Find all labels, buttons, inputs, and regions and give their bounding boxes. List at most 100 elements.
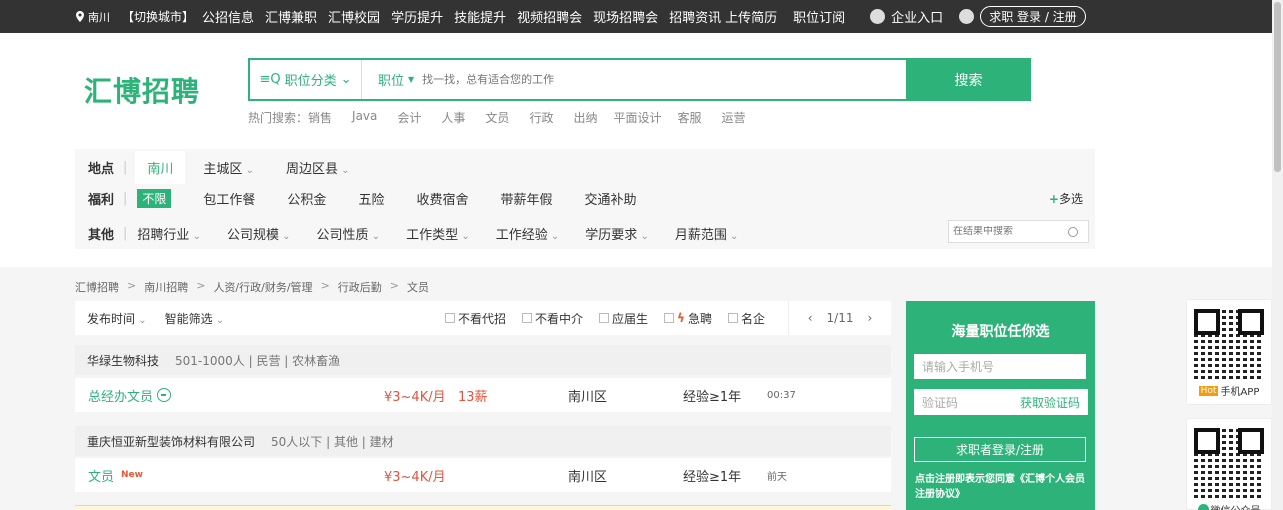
search-input[interactable] — [422, 73, 843, 86]
hot-item[interactable]: 运营 — [722, 109, 746, 126]
app-qr-code — [1194, 309, 1264, 379]
agreement-text[interactable]: 点击注册即表示您同意《汇博个人会员注册协议》 — [915, 472, 1087, 502]
checkbox-no-intermediary[interactable]: 不看中介 — [522, 310, 583, 327]
welfare-option[interactable]: 交通补助 — [584, 189, 636, 208]
nav-item[interactable]: 汇博兼职 — [265, 7, 317, 26]
job-area: 南川区 — [568, 389, 608, 405]
phone-input[interactable]: 请输入手机号 — [914, 354, 1086, 379]
scrollbar[interactable] — [1272, 0, 1283, 510]
hot-item[interactable]: 人事 — [441, 109, 465, 126]
result-search-input[interactable] — [949, 226, 1064, 237]
nav-item[interactable]: 公招信息 — [202, 7, 254, 26]
pager: ‹ 1/11 › — [788, 301, 891, 335]
search-icon[interactable] — [1068, 226, 1078, 237]
app-qr-card[interactable]: Hot 手机APP — [1186, 299, 1272, 405]
sort-publish-time[interactable]: 发布时间 — [87, 310, 147, 327]
current-city[interactable]: 南川 — [76, 9, 110, 25]
welfare-option[interactable]: 公积金 — [287, 189, 326, 208]
checkbox-no-agency-hire[interactable]: 不看代招 — [445, 310, 506, 327]
enterprise-entry[interactable]: 企业入口 — [870, 7, 943, 26]
checkbox-box — [599, 313, 610, 323]
chevron-down-icon: ⌄ — [340, 72, 352, 87]
nav-item[interactable]: 现场招聘会 — [593, 7, 658, 26]
other-option[interactable]: 公司规模 — [227, 224, 291, 243]
switch-city-link[interactable]: 【切换城市】 — [122, 8, 194, 25]
login-register-button[interactable]: 求职 登录 / 注册 — [980, 6, 1086, 27]
nav-item[interactable]: 职位订阅 — [793, 7, 845, 26]
hot-item[interactable]: Java — [352, 109, 377, 126]
search-button[interactable]: 搜索 — [906, 58, 1031, 101]
search-field-type[interactable]: 职位 ▼ — [378, 70, 414, 89]
site-logo[interactable]: 汇博招聘 — [84, 70, 200, 110]
nav-item[interactable]: 技能提升 — [454, 7, 506, 26]
next-page-icon[interactable]: › — [867, 311, 872, 325]
breadcrumb-item[interactable]: 行政后勤 — [338, 279, 382, 295]
other-option[interactable]: 学历要求 — [585, 224, 649, 243]
welfare-option[interactable]: 包工作餐 — [203, 189, 255, 208]
location-option[interactable]: 周边区县 — [286, 158, 350, 177]
nav-item[interactable]: 上传简历 — [725, 7, 777, 26]
hot-item[interactable]: 平面设计 — [613, 109, 661, 126]
highlight-row[interactable] — [75, 505, 891, 510]
plus-icon: + — [1048, 192, 1059, 206]
hot-searches: 热门搜索： 销售 Java 会计 人事 文员 行政 出纳 平面设计 客服 运营 — [248, 109, 746, 126]
hot-item[interactable]: 客服 — [677, 109, 701, 126]
user-icon[interactable] — [959, 9, 975, 24]
hot-item[interactable]: 销售 — [308, 109, 332, 126]
chat-icon[interactable] — [157, 388, 172, 402]
filter-panel: 地点 | 南川 主城区 周边区县 福利 | 不限 包工作餐 公积金 五险 收费宿… — [75, 149, 1095, 249]
checkbox-urgent[interactable]: ϟ 急聘 — [664, 310, 712, 327]
filter-label: 其他 — [88, 228, 115, 243]
welfare-option-active[interactable]: 不限 — [137, 189, 172, 208]
other-option[interactable]: 工作经验 — [496, 224, 560, 243]
job-row[interactable]: 文员 New ¥3~4K/月 南川区 经验≥1年 前天 — [75, 458, 891, 492]
breadcrumb-item[interactable]: 汇博招聘 — [75, 279, 119, 295]
filter-label: 福利 — [88, 193, 115, 208]
breadcrumb-item[interactable]: 人资/行政/财务/管理 — [213, 279, 312, 295]
job-category-dropdown[interactable]: ≡Q 职位分类 ⌄ — [250, 60, 362, 99]
hot-item[interactable]: 出纳 — [573, 109, 597, 126]
nav-item[interactable]: 视频招聘会 — [517, 7, 582, 26]
top-bar: 南川 【切换城市】 公招信息 汇博兼职 汇博校园 学历提升 技能提升 视频招聘会… — [0, 0, 1272, 33]
other-option[interactable]: 月薪范围 — [675, 224, 739, 243]
prev-page-icon[interactable]: ‹ — [808, 311, 813, 325]
welfare-option[interactable]: 收费宿舍 — [416, 189, 468, 208]
hot-item[interactable]: 文员 — [485, 109, 509, 126]
job-title[interactable]: 总经办文员 — [88, 386, 172, 405]
hot-item[interactable]: 行政 — [529, 109, 553, 126]
checkbox-box — [445, 313, 455, 323]
welfare-option[interactable]: 五险 — [358, 189, 384, 208]
job-title[interactable]: 文员 New — [88, 466, 143, 485]
nav-item[interactable]: 汇博校园 — [328, 7, 380, 26]
nav-item[interactable]: 学历提升 — [391, 7, 443, 26]
chevron-right-icon: > — [320, 279, 330, 292]
company-row[interactable]: 重庆恒亚新型装饰材料有限公司 50人以下 | 其他 | 建材 — [75, 426, 891, 456]
sort-smart-filter[interactable]: 智能筛选 — [165, 310, 225, 327]
company-name[interactable]: 重庆恒亚新型装饰材料有限公司 — [87, 433, 255, 450]
location-option-active[interactable]: 南川 — [135, 151, 186, 184]
hot-item[interactable]: 会计 — [397, 109, 421, 126]
company-row[interactable]: 华绿生物科技 501-1000人 | 民营 | 农林畜渔 — [75, 345, 891, 375]
job-row[interactable]: 总经办文员 ¥3~4K/月 13薪 南川区 经验≥1年 00:37 — [75, 378, 891, 412]
wechat-icon — [1197, 504, 1209, 510]
scrollbar-thumb[interactable] — [1274, 2, 1281, 172]
other-option[interactable]: 工作类型 — [406, 224, 470, 243]
divider: | — [123, 226, 128, 241]
company-name[interactable]: 华绿生物科技 — [87, 352, 159, 369]
multi-select-button[interactable]: +多选 — [1049, 190, 1083, 207]
location-option[interactable]: 主城区 — [203, 158, 254, 177]
wechat-qr-card[interactable]: 微信公众号 — [1186, 418, 1272, 510]
code-input[interactable]: 验证码 获取验证码 — [914, 389, 1088, 415]
filter-row-other: 其他 | 招聘行业 公司规模 公司性质 工作类型 工作经验 学历要求 月薪范围 — [75, 224, 764, 243]
welfare-option[interactable]: 带薪年假 — [500, 189, 552, 208]
get-code-button[interactable]: 获取验证码 — [1020, 394, 1080, 411]
jobseeker-login-button[interactable]: 求职者登录/注册 — [914, 437, 1086, 462]
checkbox-fresh-graduate[interactable]: 应届生 — [599, 310, 648, 327]
chevron-right-icon: > — [196, 279, 206, 292]
breadcrumb-item[interactable]: 南川招聘 — [144, 279, 188, 295]
page-indicator: 1/11 — [826, 311, 854, 325]
other-option[interactable]: 招聘行业 — [137, 224, 201, 243]
other-option[interactable]: 公司性质 — [317, 224, 381, 243]
nav-item[interactable]: 招聘资讯 — [669, 7, 721, 26]
checkbox-famous-company[interactable]: 名企 — [727, 310, 765, 327]
